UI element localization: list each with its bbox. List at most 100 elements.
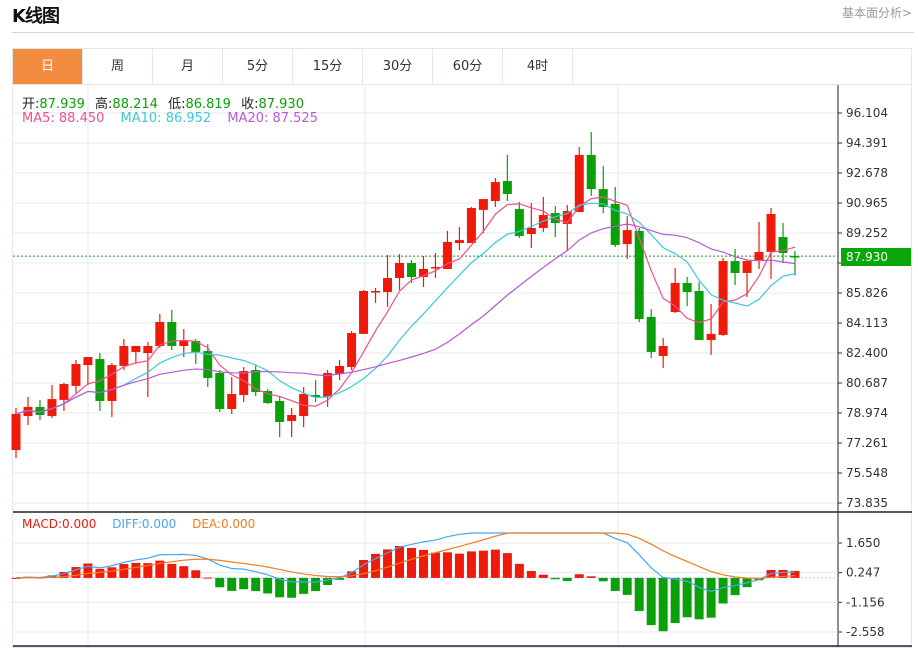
candle: [287, 407, 297, 438]
macd-bar: [167, 563, 177, 578]
macd-bar: [383, 549, 393, 578]
candle-body: [466, 207, 476, 244]
candle-body: [383, 278, 393, 293]
open-label: 开:: [22, 97, 40, 112]
candle: [167, 309, 177, 351]
macd-bar: [574, 574, 584, 578]
y-tick-label: 80.687: [846, 376, 888, 390]
macd-bar: [442, 552, 452, 578]
macd-bar: [502, 553, 512, 578]
macd-bar: [706, 577, 716, 618]
macd-bar: [454, 553, 464, 578]
macd-bar: [227, 577, 237, 591]
candle: [478, 199, 488, 234]
y-tick-label: 85.826: [846, 286, 888, 300]
candle-body: [790, 255, 800, 258]
candle: [466, 206, 476, 244]
macd-tick-label: -1.156: [846, 595, 885, 609]
candle: [335, 360, 345, 380]
close-label: 收:: [241, 97, 259, 112]
candle-body: [71, 364, 81, 386]
candle-body: [83, 357, 93, 366]
candle: [83, 357, 93, 386]
macd-bar: [490, 549, 500, 578]
ohlc-info: 开:87.939 高:88.214 低:86.819 收:87.930: [22, 93, 310, 112]
macd-bar: [311, 577, 321, 592]
candle-body: [371, 291, 381, 293]
candle-body: [490, 182, 500, 201]
candle-body: [574, 154, 584, 213]
candle-body: [131, 345, 141, 352]
macd-tick-label: 1.650: [846, 536, 880, 550]
candle-body: [718, 261, 728, 335]
candle-body: [526, 227, 536, 235]
low-label: 低:: [168, 97, 186, 112]
candle: [706, 303, 716, 355]
candle: [658, 337, 668, 369]
candle-body: [11, 413, 21, 451]
candle: [71, 360, 81, 393]
macd-bar: [215, 577, 225, 588]
candle: [263, 389, 273, 404]
candle: [275, 396, 285, 438]
macd-bar: [670, 577, 680, 623]
candle-body: [646, 316, 656, 352]
candle: [131, 345, 141, 363]
candle: [622, 216, 632, 259]
macd-bar: [239, 577, 249, 590]
candle: [538, 196, 548, 232]
candle: [430, 253, 440, 279]
candle-body: [634, 230, 644, 320]
candle: [574, 147, 584, 213]
dea-value: DEA:0.000: [192, 517, 256, 531]
candle-body: [682, 282, 692, 293]
macd-bar: [658, 577, 668, 632]
macd-tick-label: 0.247: [846, 566, 880, 580]
candle: [766, 207, 776, 279]
macd-bar: [418, 549, 428, 578]
ma5-value: MA5: 88.450: [22, 111, 105, 126]
candle: [359, 289, 369, 334]
candle-body: [95, 358, 105, 401]
candle-body: [730, 261, 740, 273]
y-tick-label: 77.261: [846, 436, 888, 450]
candle-body: [478, 199, 488, 210]
macd-bar: [550, 577, 560, 580]
macd-value: MACD:0.000: [22, 517, 97, 531]
candle-body: [754, 251, 764, 261]
macd-tick-label: -2.558: [846, 625, 885, 639]
macd-bar: [263, 577, 273, 594]
macd-bar: [179, 566, 189, 578]
candle-body: [694, 291, 704, 341]
ma-info: MA5: 88.450 MA10: 86.952 MA20: 87.525: [22, 111, 324, 126]
macd-bar: [299, 577, 309, 594]
candle-body: [670, 282, 680, 313]
ma20-line: [15, 223, 796, 415]
candle: [682, 276, 692, 307]
macd-bar: [478, 550, 488, 578]
candle: [35, 399, 45, 421]
macd-bar: [694, 577, 704, 620]
candle: [502, 154, 512, 201]
y-tick-label: 78.974: [846, 406, 888, 420]
macd-bar: [95, 568, 105, 578]
macd-bar: [682, 577, 692, 618]
y-tick-label: 94.391: [846, 136, 888, 150]
open-value: 87.939: [39, 97, 85, 112]
last-price-tag: 87.930: [841, 248, 911, 266]
candle-body: [742, 261, 752, 273]
macd-bar: [275, 577, 285, 598]
candle: [395, 254, 405, 290]
low-value: 86.819: [185, 97, 231, 112]
candle: [155, 313, 165, 348]
candle: [634, 227, 644, 323]
y-tick-label: 92.678: [846, 166, 888, 180]
macd-bar: [718, 577, 728, 604]
ma20-value: MA20: 87.525: [227, 111, 318, 126]
macd-bar: [430, 552, 440, 578]
macd-bar: [646, 577, 656, 626]
candle-body: [586, 154, 596, 190]
candle: [371, 288, 381, 303]
macd-bar: [119, 564, 129, 578]
candle-body: [119, 345, 129, 366]
